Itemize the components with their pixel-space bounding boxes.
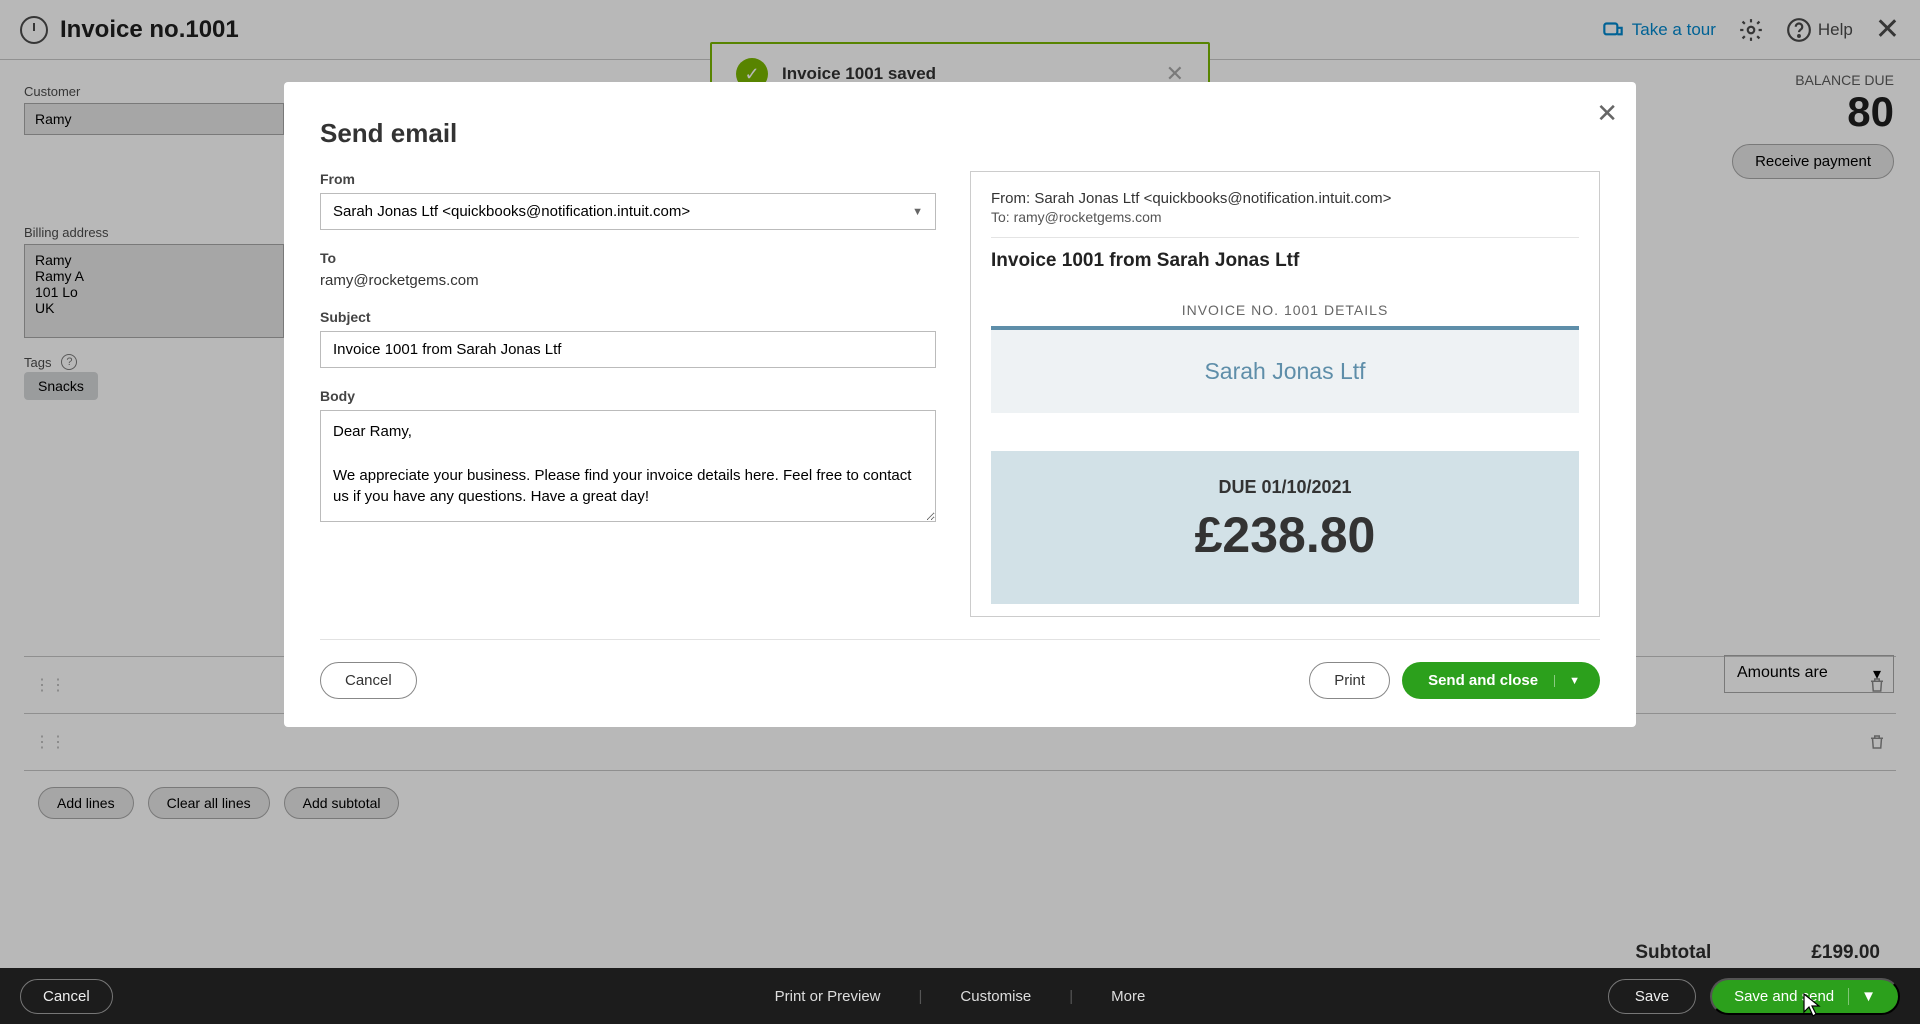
chevron-down-icon[interactable]: ▼ bbox=[1554, 675, 1580, 687]
more-link[interactable]: More bbox=[1107, 988, 1149, 1005]
to-value[interactable]: ramy@rocketgems.com bbox=[320, 272, 936, 289]
send-email-modal: ✕ Send email From Sarah Jonas Ltf <quick… bbox=[284, 82, 1636, 727]
save-and-send-label: Save and send bbox=[1734, 988, 1834, 1005]
body-textarea[interactable] bbox=[320, 410, 936, 522]
subject-label: Subject bbox=[320, 309, 936, 325]
bottom-cancel-button[interactable]: Cancel bbox=[20, 979, 113, 1014]
preview-company: Sarah Jonas Ltf bbox=[991, 330, 1579, 413]
customise-link[interactable]: Customise bbox=[956, 988, 1035, 1005]
preview-to: To: ramy@rocketgems.com bbox=[991, 209, 1579, 225]
preview-due-block: DUE 01/10/2021 £238.80 bbox=[991, 451, 1579, 604]
print-button[interactable]: Print bbox=[1309, 662, 1390, 699]
cancel-button[interactable]: Cancel bbox=[320, 662, 417, 699]
modal-close-icon[interactable]: ✕ bbox=[1596, 98, 1618, 129]
body-label: Body bbox=[320, 388, 936, 404]
send-and-close-button[interactable]: Send and close ▼ bbox=[1402, 662, 1600, 699]
preview-subject: Invoice 1001 from Sarah Jonas Ltf bbox=[991, 250, 1579, 272]
from-label: From bbox=[320, 171, 936, 187]
to-label: To bbox=[320, 250, 936, 266]
bottom-action-bar: Cancel Print or Preview | Customise | Mo… bbox=[0, 968, 1920, 1024]
preview-due-date: DUE 01/10/2021 bbox=[991, 477, 1579, 498]
from-select[interactable]: Sarah Jonas Ltf <quickbooks@notification… bbox=[320, 193, 936, 230]
divider bbox=[991, 237, 1579, 238]
preview-amount: £238.80 bbox=[991, 506, 1579, 564]
modal-title: Send email bbox=[320, 118, 1600, 149]
save-button[interactable]: Save bbox=[1608, 979, 1696, 1014]
chevron-down-icon: ▼ bbox=[912, 206, 923, 218]
save-and-send-button[interactable]: Save and send ▼ bbox=[1710, 978, 1900, 1015]
send-and-close-label: Send and close bbox=[1428, 672, 1538, 689]
preview-from: From: Sarah Jonas Ltf <quickbooks@notifi… bbox=[991, 190, 1579, 207]
print-or-preview-link[interactable]: Print or Preview bbox=[771, 988, 885, 1005]
divider bbox=[320, 639, 1600, 640]
email-preview: From: Sarah Jonas Ltf <quickbooks@notifi… bbox=[970, 171, 1600, 617]
subject-input[interactable] bbox=[320, 331, 936, 368]
preview-details-header: INVOICE NO. 1001 DETAILS bbox=[991, 302, 1579, 330]
chevron-down-icon[interactable]: ▼ bbox=[1848, 988, 1876, 1005]
from-value: Sarah Jonas Ltf <quickbooks@notification… bbox=[333, 203, 690, 220]
